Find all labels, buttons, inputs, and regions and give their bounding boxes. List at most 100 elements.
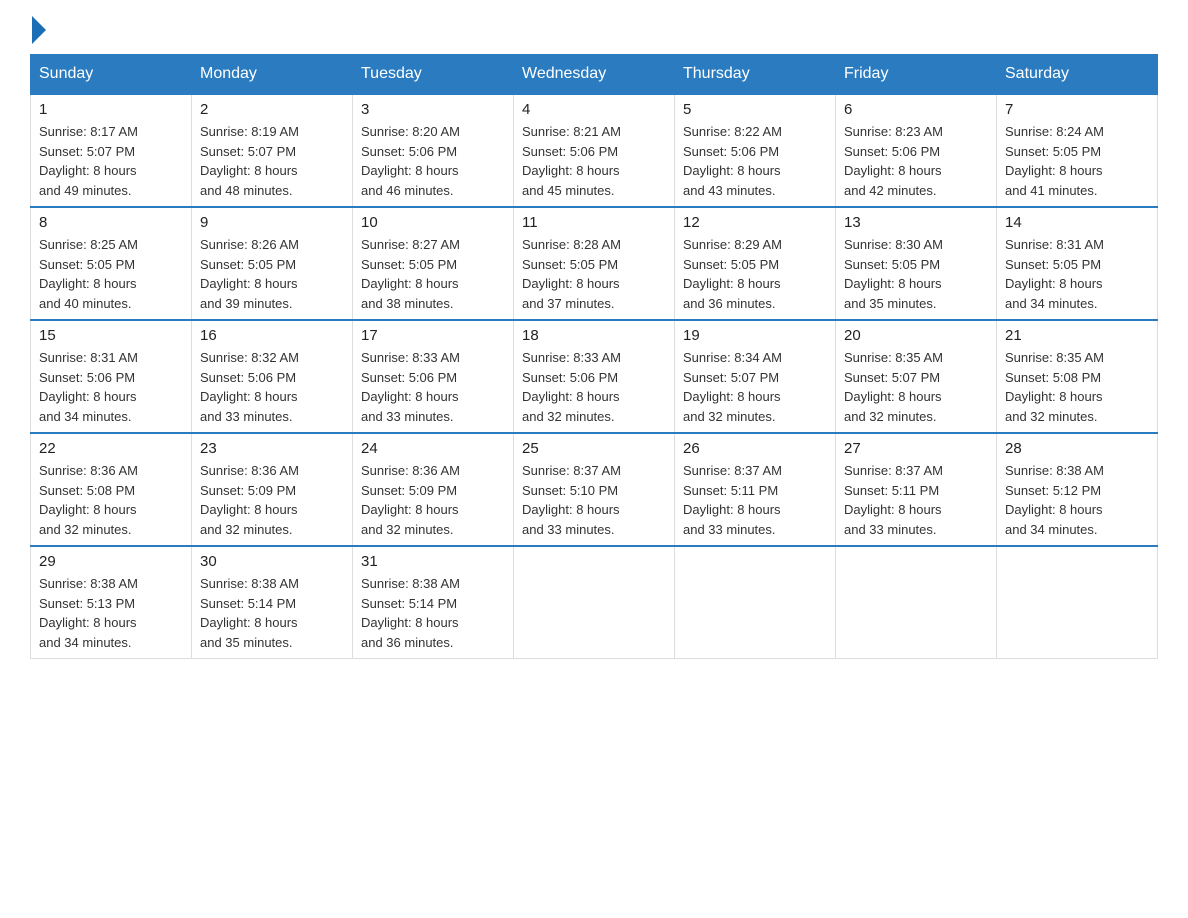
calendar-week-row: 1 Sunrise: 8:17 AMSunset: 5:07 PMDayligh… (31, 94, 1158, 207)
calendar-cell: 29 Sunrise: 8:38 AMSunset: 5:13 PMDaylig… (31, 546, 192, 659)
day-info: Sunrise: 8:25 AMSunset: 5:05 PMDaylight:… (39, 235, 183, 313)
day-info: Sunrise: 8:24 AMSunset: 5:05 PMDaylight:… (1005, 122, 1149, 200)
day-info: Sunrise: 8:38 AMSunset: 5:12 PMDaylight:… (1005, 461, 1149, 539)
day-number: 23 (200, 440, 344, 457)
logo-arrow-icon (32, 16, 46, 44)
column-header-sunday: Sunday (31, 55, 192, 95)
day-info: Sunrise: 8:19 AMSunset: 5:07 PMDaylight:… (200, 122, 344, 200)
calendar-cell: 11 Sunrise: 8:28 AMSunset: 5:05 PMDaylig… (514, 207, 675, 320)
calendar-cell: 27 Sunrise: 8:37 AMSunset: 5:11 PMDaylig… (836, 433, 997, 546)
day-info: Sunrise: 8:32 AMSunset: 5:06 PMDaylight:… (200, 348, 344, 426)
day-number: 24 (361, 440, 505, 457)
day-info: Sunrise: 8:26 AMSunset: 5:05 PMDaylight:… (200, 235, 344, 313)
calendar-week-row: 8 Sunrise: 8:25 AMSunset: 5:05 PMDayligh… (31, 207, 1158, 320)
day-info: Sunrise: 8:21 AMSunset: 5:06 PMDaylight:… (522, 122, 666, 200)
column-header-wednesday: Wednesday (514, 55, 675, 95)
page-header (30, 20, 1158, 44)
day-info: Sunrise: 8:38 AMSunset: 5:14 PMDaylight:… (361, 574, 505, 652)
day-number: 30 (200, 553, 344, 570)
calendar-cell: 13 Sunrise: 8:30 AMSunset: 5:05 PMDaylig… (836, 207, 997, 320)
column-header-tuesday: Tuesday (353, 55, 514, 95)
calendar-cell: 23 Sunrise: 8:36 AMSunset: 5:09 PMDaylig… (192, 433, 353, 546)
calendar-cell: 3 Sunrise: 8:20 AMSunset: 5:06 PMDayligh… (353, 94, 514, 207)
day-number: 29 (39, 553, 183, 570)
calendar-cell: 25 Sunrise: 8:37 AMSunset: 5:10 PMDaylig… (514, 433, 675, 546)
day-number: 31 (361, 553, 505, 570)
calendar-table: SundayMondayTuesdayWednesdayThursdayFrid… (30, 54, 1158, 659)
calendar-cell: 22 Sunrise: 8:36 AMSunset: 5:08 PMDaylig… (31, 433, 192, 546)
day-number: 27 (844, 440, 988, 457)
day-number: 25 (522, 440, 666, 457)
day-info: Sunrise: 8:35 AMSunset: 5:08 PMDaylight:… (1005, 348, 1149, 426)
day-info: Sunrise: 8:36 AMSunset: 5:09 PMDaylight:… (361, 461, 505, 539)
calendar-cell: 24 Sunrise: 8:36 AMSunset: 5:09 PMDaylig… (353, 433, 514, 546)
calendar-cell: 12 Sunrise: 8:29 AMSunset: 5:05 PMDaylig… (675, 207, 836, 320)
day-number: 4 (522, 101, 666, 118)
day-number: 12 (683, 214, 827, 231)
day-info: Sunrise: 8:17 AMSunset: 5:07 PMDaylight:… (39, 122, 183, 200)
day-number: 18 (522, 327, 666, 344)
logo (30, 20, 46, 44)
calendar-cell: 4 Sunrise: 8:21 AMSunset: 5:06 PMDayligh… (514, 94, 675, 207)
day-number: 13 (844, 214, 988, 231)
calendar-cell: 5 Sunrise: 8:22 AMSunset: 5:06 PMDayligh… (675, 94, 836, 207)
calendar-cell: 15 Sunrise: 8:31 AMSunset: 5:06 PMDaylig… (31, 320, 192, 433)
calendar-cell: 8 Sunrise: 8:25 AMSunset: 5:05 PMDayligh… (31, 207, 192, 320)
day-number: 16 (200, 327, 344, 344)
day-info: Sunrise: 8:37 AMSunset: 5:11 PMDaylight:… (683, 461, 827, 539)
calendar-cell: 20 Sunrise: 8:35 AMSunset: 5:07 PMDaylig… (836, 320, 997, 433)
calendar-week-row: 22 Sunrise: 8:36 AMSunset: 5:08 PMDaylig… (31, 433, 1158, 546)
calendar-cell: 21 Sunrise: 8:35 AMSunset: 5:08 PMDaylig… (997, 320, 1158, 433)
day-number: 7 (1005, 101, 1149, 118)
calendar-cell (675, 546, 836, 659)
day-number: 26 (683, 440, 827, 457)
calendar-cell: 10 Sunrise: 8:27 AMSunset: 5:05 PMDaylig… (353, 207, 514, 320)
calendar-cell (997, 546, 1158, 659)
column-header-friday: Friday (836, 55, 997, 95)
day-info: Sunrise: 8:33 AMSunset: 5:06 PMDaylight:… (361, 348, 505, 426)
day-number: 10 (361, 214, 505, 231)
day-info: Sunrise: 8:29 AMSunset: 5:05 PMDaylight:… (683, 235, 827, 313)
calendar-cell: 19 Sunrise: 8:34 AMSunset: 5:07 PMDaylig… (675, 320, 836, 433)
calendar-cell: 7 Sunrise: 8:24 AMSunset: 5:05 PMDayligh… (997, 94, 1158, 207)
day-number: 2 (200, 101, 344, 118)
calendar-cell: 31 Sunrise: 8:38 AMSunset: 5:14 PMDaylig… (353, 546, 514, 659)
calendar-header-row: SundayMondayTuesdayWednesdayThursdayFrid… (31, 55, 1158, 95)
calendar-cell: 2 Sunrise: 8:19 AMSunset: 5:07 PMDayligh… (192, 94, 353, 207)
calendar-cell: 28 Sunrise: 8:38 AMSunset: 5:12 PMDaylig… (997, 433, 1158, 546)
day-number: 9 (200, 214, 344, 231)
column-header-saturday: Saturday (997, 55, 1158, 95)
day-info: Sunrise: 8:36 AMSunset: 5:08 PMDaylight:… (39, 461, 183, 539)
calendar-cell: 26 Sunrise: 8:37 AMSunset: 5:11 PMDaylig… (675, 433, 836, 546)
day-info: Sunrise: 8:36 AMSunset: 5:09 PMDaylight:… (200, 461, 344, 539)
calendar-cell: 9 Sunrise: 8:26 AMSunset: 5:05 PMDayligh… (192, 207, 353, 320)
calendar-cell: 17 Sunrise: 8:33 AMSunset: 5:06 PMDaylig… (353, 320, 514, 433)
day-number: 28 (1005, 440, 1149, 457)
day-info: Sunrise: 8:38 AMSunset: 5:13 PMDaylight:… (39, 574, 183, 652)
column-header-thursday: Thursday (675, 55, 836, 95)
calendar-cell: 6 Sunrise: 8:23 AMSunset: 5:06 PMDayligh… (836, 94, 997, 207)
day-info: Sunrise: 8:37 AMSunset: 5:11 PMDaylight:… (844, 461, 988, 539)
calendar-cell (514, 546, 675, 659)
day-number: 11 (522, 214, 666, 231)
calendar-week-row: 15 Sunrise: 8:31 AMSunset: 5:06 PMDaylig… (31, 320, 1158, 433)
day-info: Sunrise: 8:28 AMSunset: 5:05 PMDaylight:… (522, 235, 666, 313)
day-info: Sunrise: 8:22 AMSunset: 5:06 PMDaylight:… (683, 122, 827, 200)
day-info: Sunrise: 8:35 AMSunset: 5:07 PMDaylight:… (844, 348, 988, 426)
day-number: 15 (39, 327, 183, 344)
day-info: Sunrise: 8:38 AMSunset: 5:14 PMDaylight:… (200, 574, 344, 652)
day-number: 6 (844, 101, 988, 118)
column-header-monday: Monday (192, 55, 353, 95)
calendar-week-row: 29 Sunrise: 8:38 AMSunset: 5:13 PMDaylig… (31, 546, 1158, 659)
day-number: 19 (683, 327, 827, 344)
day-number: 17 (361, 327, 505, 344)
day-info: Sunrise: 8:31 AMSunset: 5:06 PMDaylight:… (39, 348, 183, 426)
day-info: Sunrise: 8:37 AMSunset: 5:10 PMDaylight:… (522, 461, 666, 539)
day-info: Sunrise: 8:20 AMSunset: 5:06 PMDaylight:… (361, 122, 505, 200)
day-number: 8 (39, 214, 183, 231)
day-info: Sunrise: 8:27 AMSunset: 5:05 PMDaylight:… (361, 235, 505, 313)
calendar-cell: 14 Sunrise: 8:31 AMSunset: 5:05 PMDaylig… (997, 207, 1158, 320)
calendar-cell: 1 Sunrise: 8:17 AMSunset: 5:07 PMDayligh… (31, 94, 192, 207)
day-info: Sunrise: 8:31 AMSunset: 5:05 PMDaylight:… (1005, 235, 1149, 313)
day-number: 20 (844, 327, 988, 344)
